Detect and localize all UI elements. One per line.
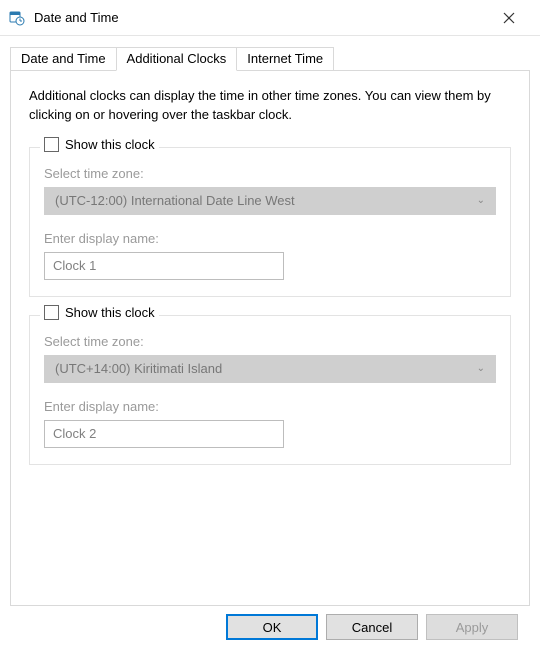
clock2-timezone-select[interactable]: (UTC+14:00) Kiritimati Island ⌄ bbox=[44, 355, 496, 383]
clock1-group: Show this clock Select time zone: (UTC-1… bbox=[29, 147, 511, 297]
tabstrip: Date and Time Additional Clocks Internet… bbox=[10, 46, 530, 70]
tab-internet-time[interactable]: Internet Time bbox=[236, 47, 334, 71]
clock2-tz-value: (UTC+14:00) Kiritimati Island bbox=[55, 361, 222, 376]
clock2-tz-label: Select time zone: bbox=[44, 334, 496, 349]
clock2-name-value: Clock 2 bbox=[53, 426, 96, 441]
titlebar: Date and Time bbox=[0, 0, 540, 36]
tab-panel-additional-clocks: Additional clocks can display the time i… bbox=[10, 70, 530, 606]
tab-additional-clocks[interactable]: Additional Clocks bbox=[116, 47, 238, 71]
clock2-group: Show this clock Select time zone: (UTC+1… bbox=[29, 315, 511, 465]
ok-button[interactable]: OK bbox=[226, 614, 318, 640]
window-title: Date and Time bbox=[34, 10, 486, 25]
chevron-down-icon: ⌄ bbox=[477, 363, 485, 374]
clock2-name-label: Enter display name: bbox=[44, 399, 496, 414]
clock2-display-name-input[interactable]: Clock 2 bbox=[44, 420, 284, 448]
cancel-button[interactable]: Cancel bbox=[326, 614, 418, 640]
clock1-tz-label: Select time zone: bbox=[44, 166, 496, 181]
chevron-down-icon: ⌄ bbox=[477, 195, 485, 206]
clock1-name-value: Clock 1 bbox=[53, 258, 96, 273]
clock2-show-label: Show this clock bbox=[65, 305, 155, 320]
clock1-timezone-select[interactable]: (UTC-12:00) International Date Line West… bbox=[44, 187, 496, 215]
clock1-display-name-input[interactable]: Clock 1 bbox=[44, 252, 284, 280]
clock2-show-checkbox[interactable] bbox=[44, 305, 59, 320]
clock1-name-label: Enter display name: bbox=[44, 231, 496, 246]
apply-button[interactable]: Apply bbox=[426, 614, 518, 640]
dialog-client: Date and Time Additional Clocks Internet… bbox=[0, 36, 540, 650]
date-time-icon bbox=[8, 9, 26, 27]
close-button[interactable] bbox=[486, 2, 532, 34]
clock1-show-checkbox[interactable] bbox=[44, 137, 59, 152]
clock2-show-legend: Show this clock bbox=[40, 305, 159, 320]
dialog-button-row: OK Cancel Apply bbox=[10, 606, 530, 640]
tab-date-and-time[interactable]: Date and Time bbox=[10, 47, 117, 71]
clock1-tz-value: (UTC-12:00) International Date Line West bbox=[55, 193, 295, 208]
clock1-show-legend: Show this clock bbox=[40, 137, 159, 152]
clock1-show-label: Show this clock bbox=[65, 137, 155, 152]
panel-description: Additional clocks can display the time i… bbox=[29, 87, 511, 125]
